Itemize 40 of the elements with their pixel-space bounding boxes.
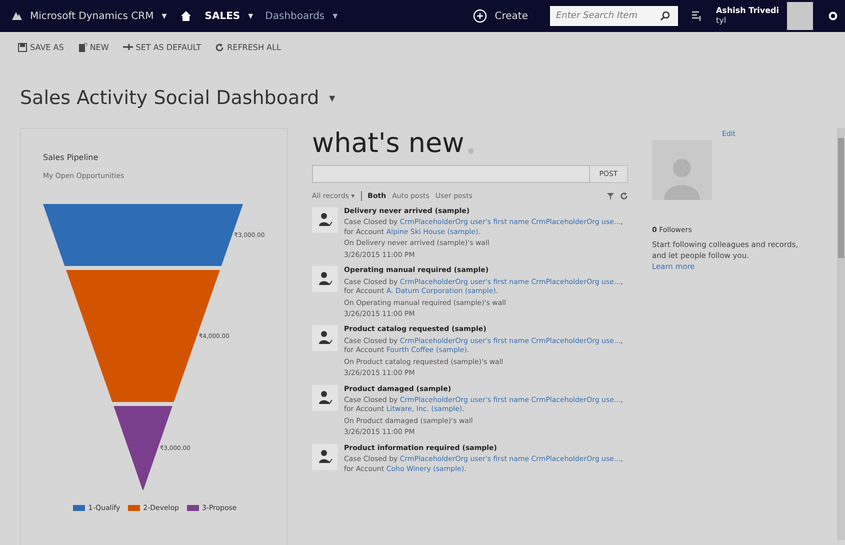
dashboard-title[interactable]: Sales Activity Social Dashboard	[20, 87, 320, 109]
chart-title: Sales Pipeline	[43, 153, 100, 162]
caret-icon[interactable]: ▾	[332, 10, 338, 22]
toolbar-button[interactable]: SET AS DEFAULT	[122, 42, 202, 52]
filter-list-icon[interactable]	[692, 11, 702, 21]
search-box[interactable]: Enter Search Item	[550, 6, 678, 26]
search-field[interactable]: Enter Search Item	[554, 10, 658, 22]
toolbar-button[interactable]: NEW	[78, 42, 109, 52]
app-name[interactable]: Microsoft Dynamics CRM	[30, 10, 154, 22]
plus-circle-icon[interactable]	[472, 9, 487, 23]
area-menu[interactable]: SALES	[204, 10, 240, 22]
settings-icon[interactable]	[828, 11, 838, 21]
search-icon[interactable]	[660, 11, 670, 21]
logo-icon	[12, 12, 22, 20]
scrollbar[interactable]	[837, 128, 845, 540]
pin-icon	[122, 43, 133, 51]
save-icon	[18, 42, 27, 52]
case-icon	[312, 384, 338, 411]
page-menu[interactable]: Dashboards	[265, 10, 325, 22]
caret-icon[interactable]: ▾	[329, 91, 336, 105]
post-field[interactable]	[312, 165, 590, 183]
feed-title: what's new	[312, 130, 464, 157]
case-icon	[312, 207, 338, 233]
refresh-icon	[215, 42, 224, 52]
home-icon[interactable]	[180, 11, 191, 21]
filter-icon[interactable]	[606, 192, 614, 200]
case-icon	[312, 325, 338, 352]
refresh-icon[interactable]	[620, 192, 628, 200]
user-org: tyl	[716, 16, 728, 26]
case-icon	[312, 444, 338, 470]
user-name[interactable]: Ashish Trivedi	[716, 6, 779, 16]
new-icon	[78, 42, 87, 52]
profile-photo-placeholder	[652, 140, 712, 200]
toolbar-button[interactable]: SAVE AS	[18, 42, 64, 52]
caret-icon[interactable]: ▾	[162, 10, 167, 22]
info-icon	[468, 148, 474, 154]
case-icon	[312, 266, 338, 292]
toolbar-button[interactable]: REFRESH ALL	[215, 42, 281, 52]
caret-icon[interactable]: ▾	[248, 10, 254, 22]
create-link[interactable]: Create	[494, 10, 528, 22]
